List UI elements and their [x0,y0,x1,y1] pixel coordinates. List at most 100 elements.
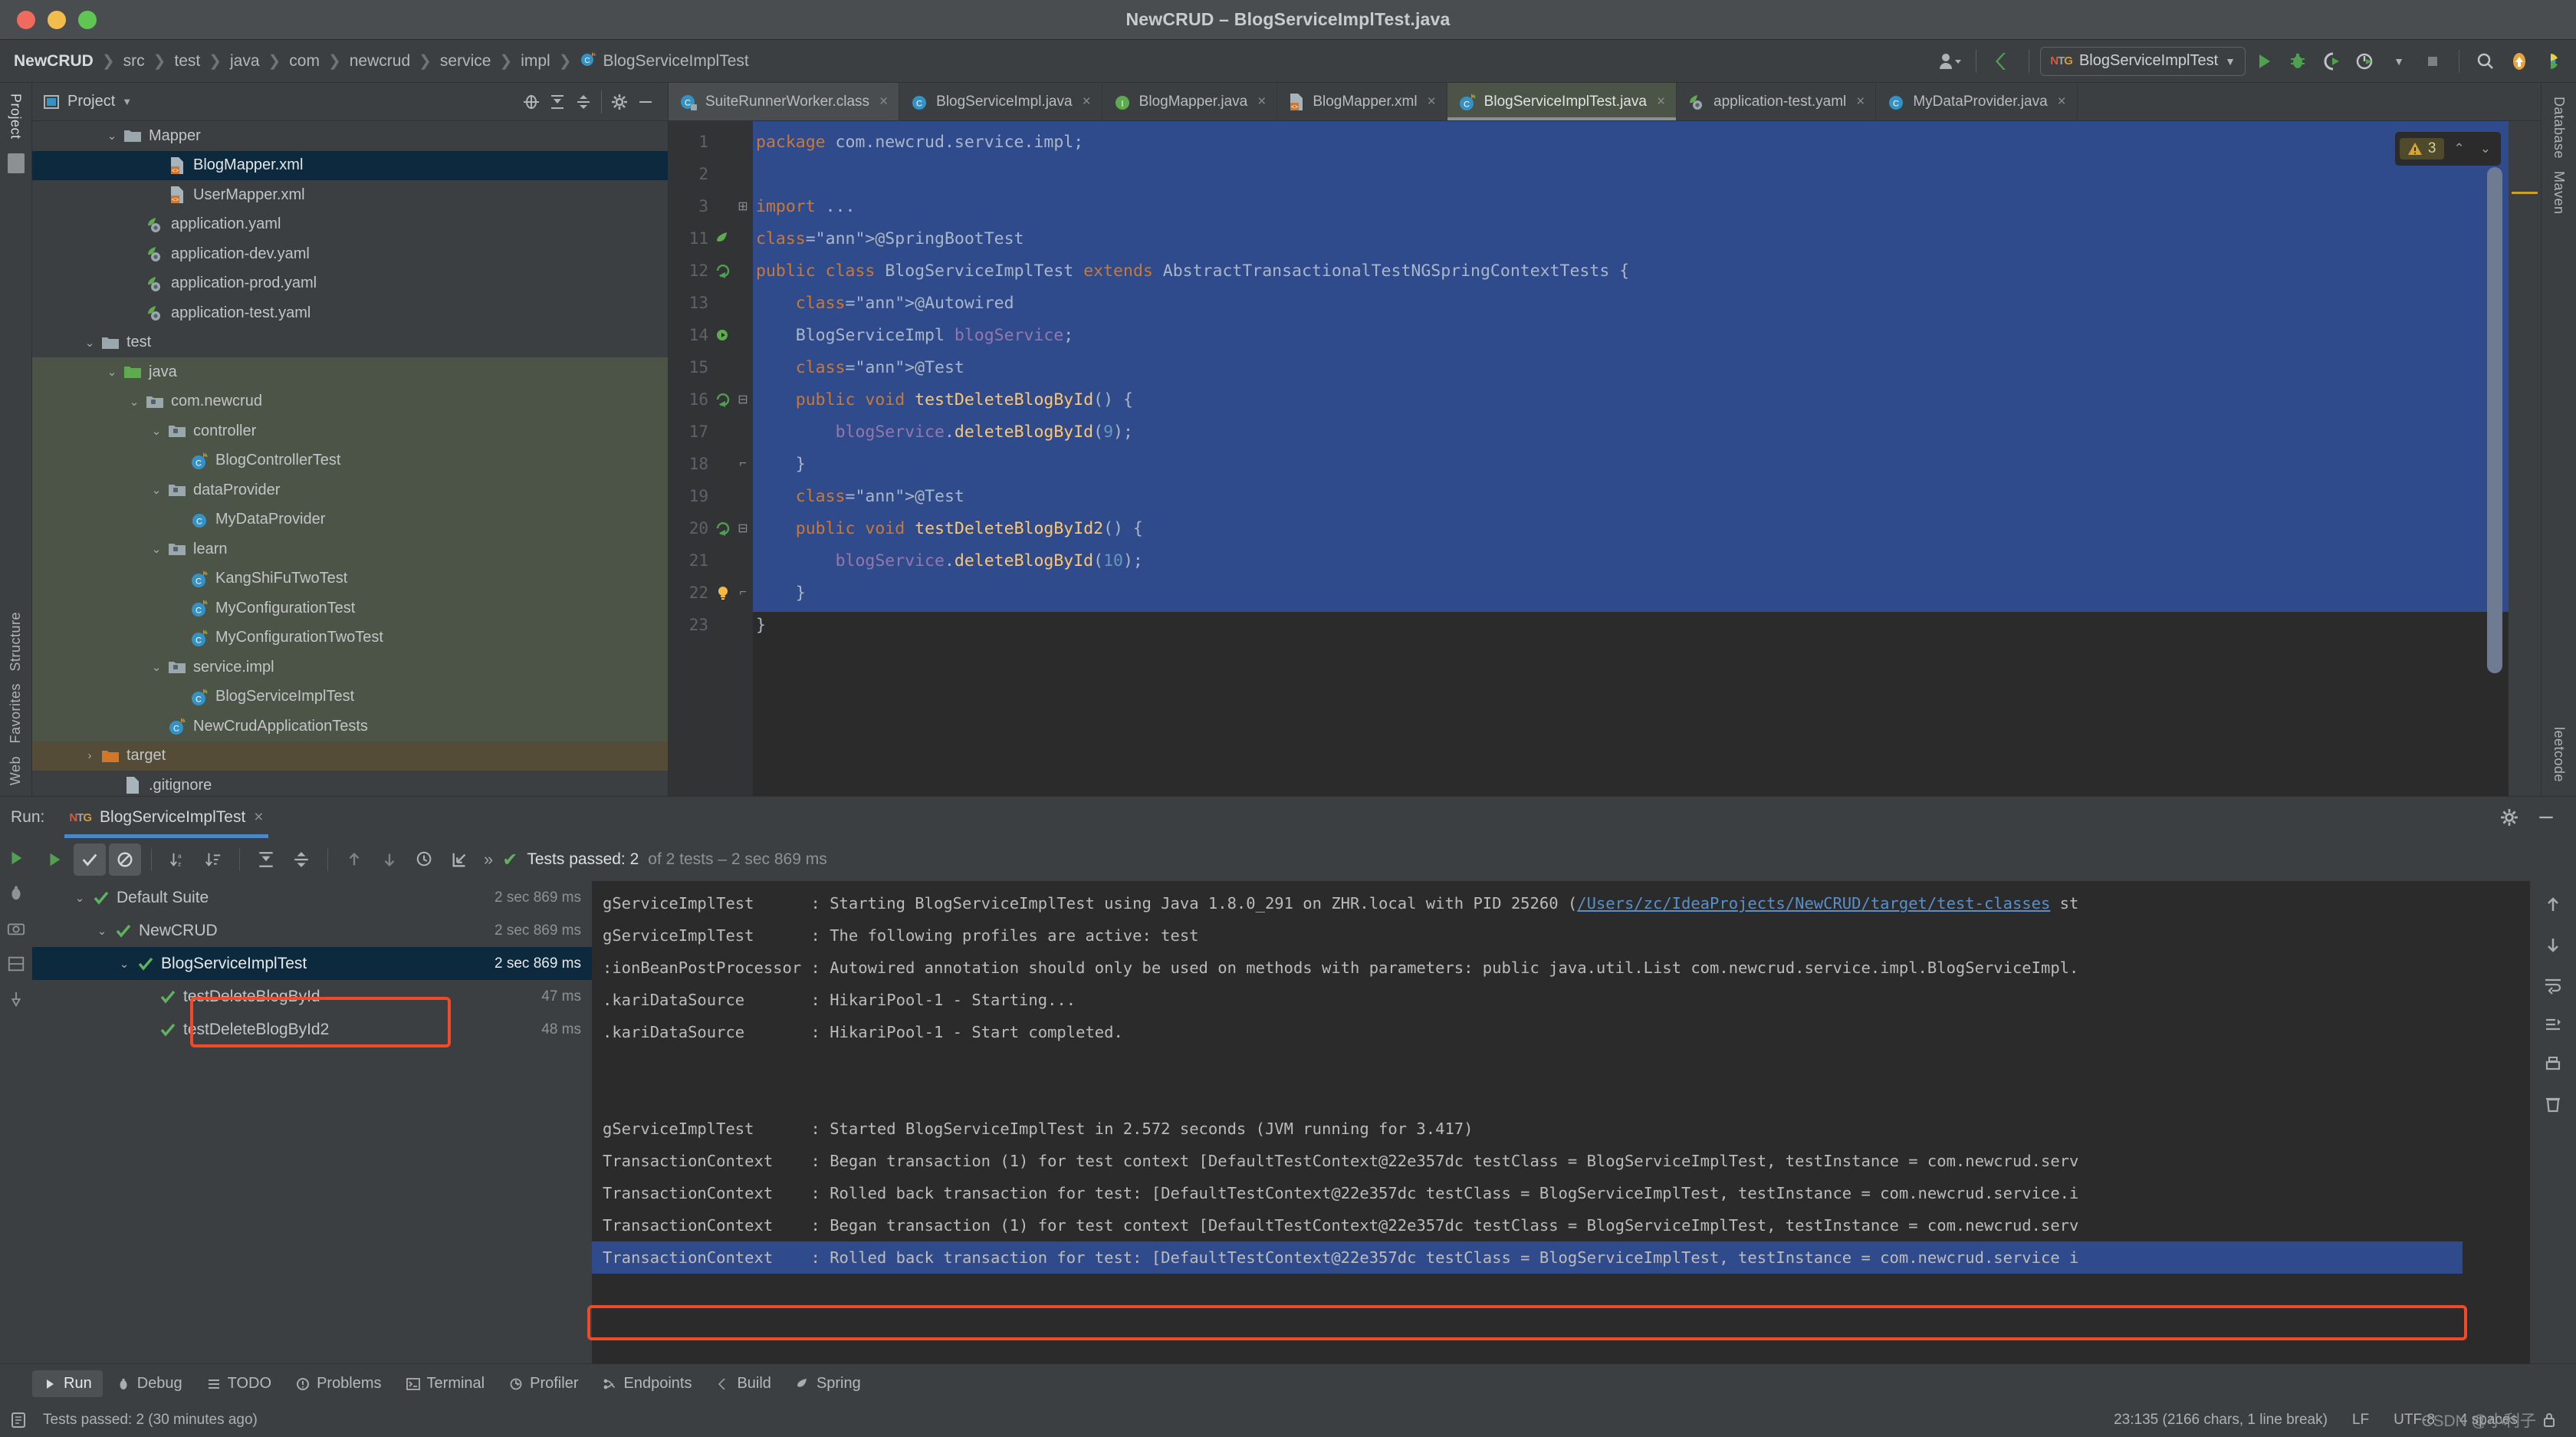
breadcrumb-item-blogserviceimpltest[interactable]: BlogServiceImplTest [603,52,748,71]
chevron-down-icon[interactable]: ⌄ [114,957,134,971]
tree-node-blogmapper-xml[interactable]: <> BlogMapper.xml [32,150,668,180]
intention-bulb-icon[interactable] [711,584,734,601]
collapse-all-icon[interactable] [570,89,596,115]
export-icon[interactable] [444,843,476,876]
console-line[interactable]: gServiceImplTest : Starting BlogServiceI… [603,887,2078,919]
close-icon[interactable]: × [1856,94,1865,110]
code-line[interactable]: } [753,448,806,480]
debug-icon[interactable] [7,884,25,903]
tool-button-database[interactable]: Database [2551,90,2567,165]
history-icon[interactable] [409,843,441,876]
show-ignored-icon[interactable] [109,843,141,876]
breadcrumb-item-service[interactable]: service [440,52,491,71]
tree-node-target[interactable]: › target [32,741,668,771]
editor-tab-blogserviceimpltest-java[interactable]: C BlogServiceImplTest.java × [1447,83,1677,120]
console-line[interactable]: TransactionContext : Began transaction (… [603,1209,2078,1241]
tree-node-mapper[interactable]: ⌄ Mapper [32,121,668,151]
collapse-all-icon[interactable] [285,843,317,876]
code-line[interactable]: } [753,577,806,609]
spring-bean-gutter-icon[interactable] [711,230,734,247]
tool-button-leetcode[interactable]: leetcode [2551,721,2567,788]
close-icon[interactable]: × [254,808,263,827]
breadcrumb-item-com[interactable]: com [289,52,320,71]
editor-tab-blogmapper-xml[interactable]: <> BlogMapper.xml × [1277,83,1447,120]
console-output[interactable]: gServiceImplTest : Starting BlogServiceI… [592,881,2530,1363]
editor-tab-application-test-yaml[interactable]: application-test.yaml × [1677,83,1877,120]
rerun-icon[interactable] [7,849,25,867]
expand-all-icon[interactable] [250,843,282,876]
bottom-bar-build[interactable]: Build [705,1370,781,1397]
editor-tab-blogserviceimpl-java[interactable]: C BlogServiceImpl.java × [899,83,1102,120]
hide-icon[interactable] [632,89,659,115]
gear-icon[interactable] [606,89,632,115]
run-with-coverage-icon[interactable] [2316,46,2347,77]
breadcrumb-item-newcrud[interactable]: NewCRUD [14,52,94,71]
close-icon[interactable]: × [2058,94,2066,110]
run-configuration-selector[interactable]: NTG BlogServiceImplTest ▼ [2040,46,2246,76]
code-line[interactable]: public void testDeleteBlogById() { [753,383,1133,416]
chevron-down-icon[interactable]: ▼ [122,96,132,107]
code-line[interactable]: blogService.deleteBlogById(10); [753,544,1143,577]
console-line-selected[interactable]: TransactionContext : Rolled back transac… [592,1241,2463,1274]
breadcrumb-item-impl[interactable]: impl [521,52,550,71]
tree-node-java[interactable]: ⌄ java [32,357,668,387]
run-icon[interactable] [2249,46,2279,77]
code-line[interactable]: BlogServiceImpl blogService; [753,319,1073,351]
console-line[interactable]: gServiceImplTest : The following profile… [603,919,1199,952]
code-line[interactable]: package com.newcrud.service.impl; [753,126,1083,158]
console-line[interactable]: TransactionContext : Began transaction (… [603,1145,2078,1177]
console-line[interactable]: .kariDataSource : HikariPool-1 - Startin… [603,984,1076,1016]
search-everywhere-icon[interactable] [2470,46,2501,77]
chevron-down-icon[interactable]: ⌄ [124,395,144,409]
rerun-icon[interactable] [38,843,71,876]
next-problem-icon[interactable]: ⌄ [2475,141,2496,156]
tree-node-dataprovider[interactable]: ⌄ dataProvider [32,475,668,505]
chevron-down-icon[interactable]: ⌄ [102,365,122,379]
breadcrumb-item-test[interactable]: test [174,52,200,71]
pin-icon[interactable] [7,990,25,1008]
console-line[interactable]: TransactionContext : Rolled back transac… [603,1177,2078,1209]
code-area[interactable]: package com.newcrud.service.impl; import … [753,121,2541,796]
breadcrumb-item-java[interactable]: java [230,52,260,71]
editor-tabs[interactable]: C SuiteRunnerWorker.class × C BlogServiceImp… [669,83,2541,121]
scroll-down-icon[interactable] [2543,935,2563,955]
tool-button-web[interactable]: Web [8,750,24,791]
build-icon[interactable] [1987,46,2018,77]
editor-tab-suiterunnerworker-class[interactable]: C SuiteRunnerWorker.class × [669,83,900,120]
expand-all-icon[interactable] [544,89,570,115]
code-line[interactable]: class="ann">@SpringBootTest [753,222,1024,255]
tree-node-com-newcrud[interactable]: ⌄ com.newcrud [32,386,668,416]
code-line[interactable]: class="ann">@Autowired [753,287,1014,319]
hide-icon[interactable] [2533,804,2559,830]
bottom-bar-todo[interactable]: TODO [196,1370,282,1397]
code-line[interactable]: public void testDeleteBlogById2() { [753,512,1143,544]
chevron-down-icon[interactable]: ⌄ [146,542,166,556]
editor-marker-bar[interactable] [2509,121,2541,796]
chevron-down-icon[interactable]: ⌄ [92,924,112,938]
run-tab-blogserviceimpltest[interactable]: NTG BlogServiceImplTest × [64,797,268,838]
bottom-bar-endpoints[interactable]: Endpoints [592,1370,702,1397]
scroll-to-end-icon[interactable] [2543,1014,2563,1034]
tool-button-maven[interactable]: Maven [2551,165,2567,221]
close-icon[interactable]: × [1657,94,1665,110]
chevron-down-icon[interactable]: ⌄ [80,336,100,350]
editor-scrollbar[interactable] [2487,167,2502,673]
gear-icon[interactable] [2496,804,2522,830]
bottom-bar-debug[interactable]: Debug [106,1370,193,1397]
tree-node-blogserviceimpltest[interactable]: C BlogServiceImplTest [32,682,668,712]
prev-failed-icon[interactable] [338,843,370,876]
bottom-tool-bar[interactable]: Run Debug TODO Problems Terminal Profiler Endp… [0,1363,2576,1403]
console-file-link[interactable]: /Users/zc/IdeaProjects/NewCRUD/target/te… [1577,894,2050,913]
code-line[interactable]: import ... [753,190,855,222]
tree-node-test[interactable]: ⌄ test [32,328,668,358]
inspection-widget[interactable]: 3 ⌃ ⌄ [2394,132,2501,166]
expand-chevron-icon[interactable]: » [484,850,493,870]
show-passed-icon[interactable] [74,843,106,876]
tree-node-usermapper-xml[interactable]: <> UserMapper.xml [32,180,668,210]
chevron-right-icon[interactable]: › [80,749,100,762]
tool-button-project[interactable]: Project [8,87,24,146]
console-line[interactable]: :ionBeanPostProcessor : Autowired annota… [603,952,2078,984]
locate-icon[interactable] [518,89,544,115]
chevron-down-icon[interactable]: ⌄ [70,891,90,905]
warning-count-badge[interactable]: 3 [2399,138,2444,159]
